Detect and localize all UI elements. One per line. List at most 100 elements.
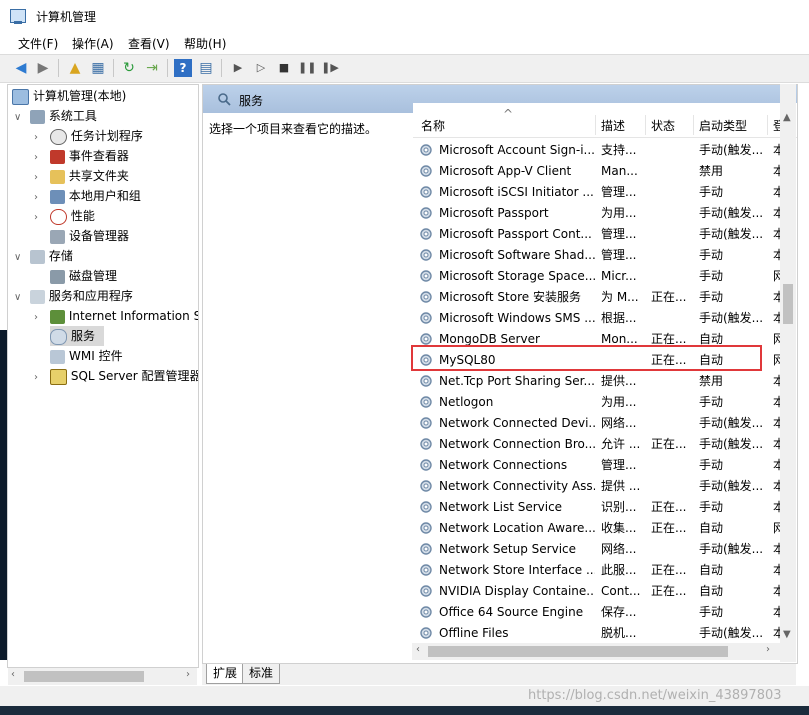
scroll-left-icon[interactable]: ‹ [11,669,15,680]
tree-item-wmi[interactable]: WMI 控件 [50,346,123,366]
service-name: Network Store Interface ... [439,563,595,577]
tree-item-device-manager[interactable]: 设备管理器 [50,226,129,246]
service-row[interactable]: Microsoft Passport Cont... 管理... 手动(触发... 本 [413,224,797,245]
scroll-up-icon[interactable]: ▲ [783,112,791,123]
pause-icon[interactable]: ❚❚ [298,59,316,77]
service-row[interactable]: Microsoft Software Shad... 管理... 手动本 [413,245,797,266]
play-icon[interactable]: ▶ [229,59,247,77]
service-row[interactable]: Net.Tcp Port Sharing Ser... 提供... 禁用本 [413,371,797,392]
service-row[interactable]: Network Connection Bro... 允许 ... 正在... 手动(触… [413,434,797,455]
scroll-right-icon[interactable]: › [186,669,190,680]
service-row[interactable]: Offline Files 脱机... 手动(触发... 本 [413,623,797,644]
service-startup-type: 禁用 [699,374,724,388]
service-row[interactable]: Microsoft Store 安装服务为 M... 正在... 手动本 [413,287,797,308]
column-status[interactable]: 状态 [651,117,675,134]
service-startup-type: 禁用 [699,164,724,178]
service-row[interactable]: Network Connectivity Ass... 提供 ... 手动(触发..… [413,476,797,497]
menu-action[interactable]: 操作(A) [72,35,114,52]
export-icon[interactable]: ⇥ [143,59,161,77]
service-row[interactable]: Office 64 Source Engine 保存... 手动本 [413,602,797,623]
service-row[interactable]: Microsoft Passport 为用... 手动(触发... 本 [413,203,797,224]
service-name: Microsoft Store 安装服务 [439,290,581,304]
forward-icon[interactable]: ▶ [34,59,52,77]
service-row[interactable]: Microsoft Storage Space... Micr... 手动网 [413,266,797,287]
back-icon[interactable]: ◀ [12,59,30,77]
chevron-down-icon[interactable]: ∨ [14,108,26,128]
vertical-scroll-thumb[interactable] [783,284,793,324]
service-gear-icon [420,228,432,240]
tree-item-shared-folders[interactable]: › 共享文件夹 [34,166,129,186]
description-text: 选择一个项目来查看它的描述。 [209,122,378,136]
service-row[interactable]: Network List Service 识别... 正在... 手动本 [413,497,797,518]
chevron-down-icon[interactable]: ∨ [14,248,26,268]
column-name[interactable]: 名称 [421,117,445,134]
service-row[interactable]: Microsoft iSCSI Initiator ... 管理... 手动本 [413,182,797,203]
chevron-right-icon[interactable]: › [34,188,46,208]
tree-item-performance[interactable]: › 性能 [34,206,95,226]
service-description: 收集... [601,521,637,535]
horizontal-scrollbar[interactable]: ‹ › [412,643,780,660]
tree-root[interactable]: 计算机管理(本地) [12,86,126,106]
service-description: 管理... [601,185,637,199]
scroll-down-icon[interactable]: ▼ [783,629,791,640]
chevron-down-icon[interactable]: ∨ [14,288,26,308]
play-alt-icon[interactable]: ▷ [252,59,270,77]
tree-item-system-tools[interactable]: ∨ 系统工具 [14,106,97,126]
service-row[interactable]: Microsoft Windows SMS ... 根据... 手动(触发... 本 [413,308,797,329]
tree-item-services-apps[interactable]: ∨ 服务和应用程序 [14,286,133,306]
menu-file[interactable]: 文件(F) [18,35,58,52]
service-row[interactable]: Netlogon 为用... 手动本 [413,392,797,413]
tree-item-disk-management[interactable]: 磁盘管理 [50,266,117,286]
tree-item-sql-server-config[interactable]: › SQL Server 配置管理器 [34,366,198,388]
vertical-scrollbar[interactable]: ▲ ▼ [780,84,796,662]
help-icon[interactable]: ? [174,59,192,77]
chevron-right-icon[interactable]: › [34,368,46,388]
column-startup-type[interactable]: 启动类型 [699,117,747,134]
service-name: Network Connections [439,458,568,472]
tools-icon [29,109,45,124]
restart-icon[interactable]: ❚▶ [321,59,339,77]
tree-item-services[interactable]: 服务 [50,326,104,346]
chevron-right-icon[interactable]: › [34,168,46,188]
tab-standard[interactable]: 标准 [242,664,281,684]
chevron-right-icon[interactable]: › [34,308,46,328]
scroll-right-icon[interactable]: › [766,644,770,655]
chevron-right-icon[interactable]: › [34,148,46,168]
scroll-left-icon[interactable]: ‹ [416,644,420,655]
tree-item-storage[interactable]: ∨ 存储 [14,246,73,266]
service-row[interactable]: NVIDIA Display Containe... Cont... 正在... 自动… [413,581,797,602]
service-row[interactable]: Network Location Aware... 收集... 正在... 自动网 [413,518,797,539]
tree-horizontal-scrollbar[interactable]: ‹ › [8,667,197,685]
refresh-icon[interactable]: ↻ [120,59,138,77]
show-hide-tree-icon[interactable]: ▦ [89,59,107,77]
chevron-right-icon[interactable]: › [34,128,46,148]
service-row[interactable]: Microsoft App-V Client Man... 禁用本 [413,161,797,182]
service-row[interactable]: Microsoft Account Sign-i... 支持... 手动(触发...… [413,140,797,161]
column-description[interactable]: 描述 [601,117,625,134]
disk-icon [50,269,65,284]
tree-item-task-scheduler[interactable]: › 任务计划程序 [34,126,143,146]
service-description: 此服... [601,563,637,577]
menu-view[interactable]: 查看(V) [128,35,170,52]
menu-help[interactable]: 帮助(H) [184,35,226,52]
tree-item-iis[interactable]: › Internet Information S [34,306,198,328]
scroll-thumb[interactable] [24,671,144,682]
horizontal-scroll-thumb[interactable] [428,646,728,657]
tree-item-event-viewer[interactable]: › 事件查看器 [34,146,129,166]
service-row[interactable]: Network Connected Devi... 网络... 手动(触发... 本 [413,413,797,434]
service-gear-icon [420,396,432,408]
chevron-right-icon[interactable]: › [34,208,46,228]
service-row[interactable]: Network Connections 管理... 手动本 [413,455,797,476]
properties-icon[interactable]: ▤ [197,59,215,77]
tab-extended[interactable]: 扩展 [206,664,245,684]
service-status: 正在... [651,500,687,514]
service-description: Cont... [601,584,641,598]
service-row[interactable]: Network Store Interface ... 此服... 正在... 自动本 [413,560,797,581]
mysql-highlight-box [411,345,762,371]
service-name: Network List Service [439,500,563,514]
service-name: Network Setup Service [439,542,577,556]
stop-icon[interactable]: ■ [275,59,293,77]
up-folder-icon[interactable]: ▲ [66,59,84,77]
tree-item-local-users[interactable]: › 本地用户和组 [34,186,141,206]
service-row[interactable]: Network Setup Service 网络... 手动(触发... 本 [413,539,797,560]
